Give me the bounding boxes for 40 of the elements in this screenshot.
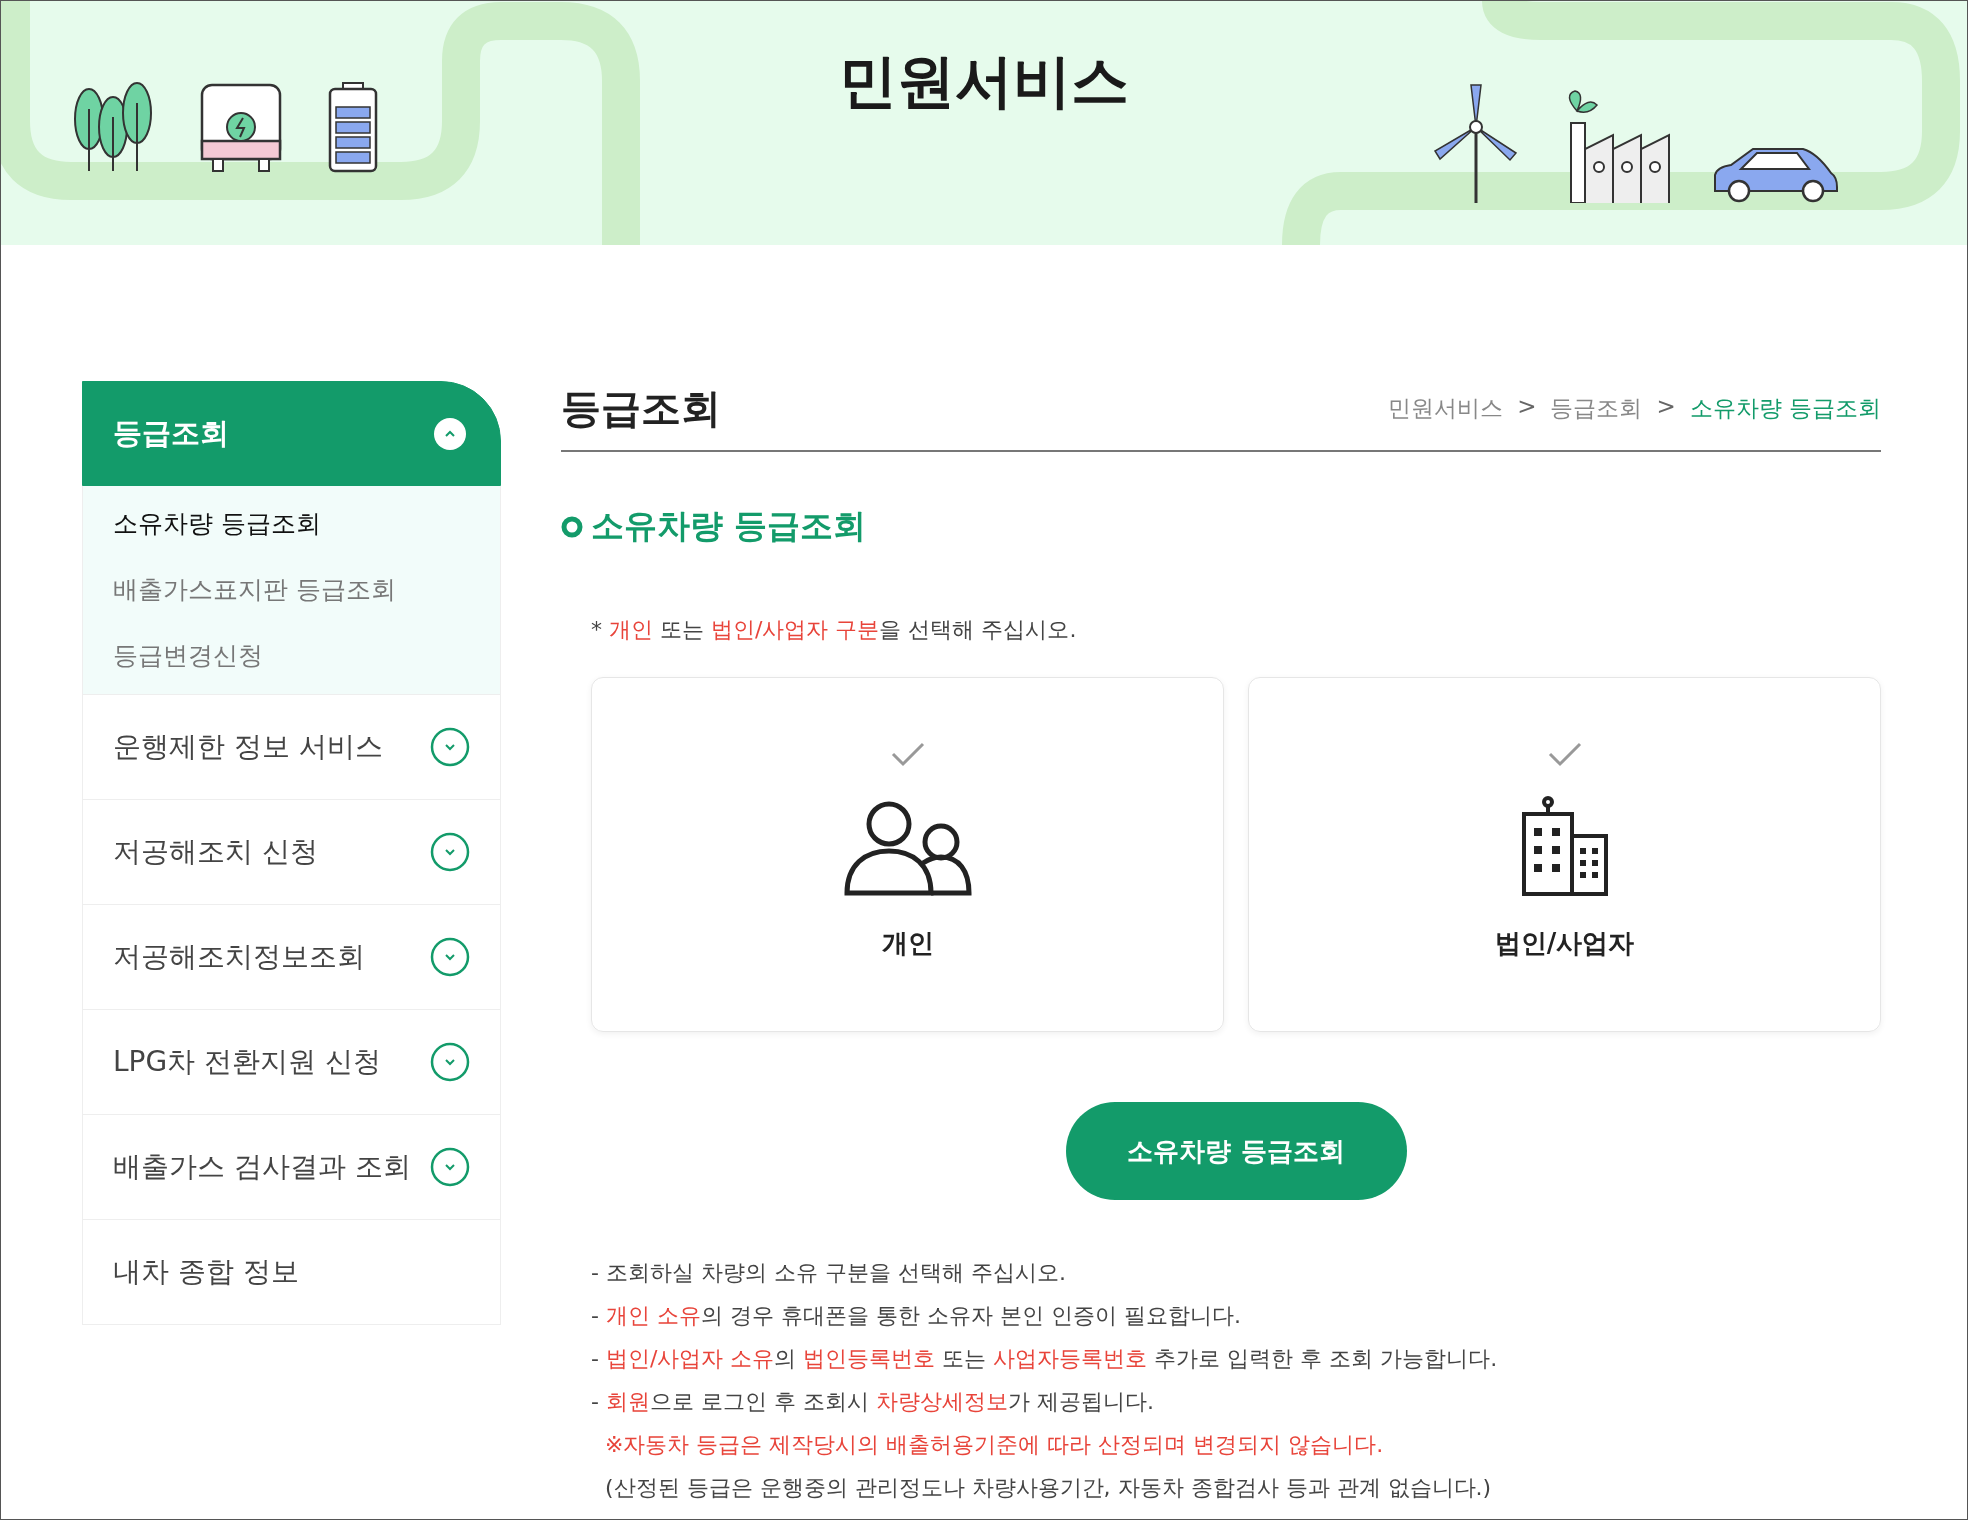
sidebar-menu-item[interactable]: 등급조회 (82, 381, 501, 486)
breadcrumb-separator: > (1656, 393, 1676, 421)
submenu-item[interactable]: 배출가스표지판 등급조회 (113, 576, 470, 604)
notice-text: - 회원으로 로그인 후 조회시 차량상세정보가 제공됩니다. (591, 1388, 1155, 1416)
expand-chevron-icon (430, 1147, 470, 1187)
ring-bullet-icon (561, 515, 583, 538)
electric-bus-icon (199, 81, 283, 173)
page-title: 등급조회 (561, 384, 721, 433)
checkmark-icon (1546, 740, 1583, 768)
submenu-item[interactable]: 등급변경신청 (113, 642, 470, 670)
notice-text: ※자동차 등급은 제작당시의 배출허용기준에 따라 산정되며 변경되지 않습니다. (604, 1431, 1385, 1459)
search-button[interactable]: 소유차량 등급조회 (1065, 1102, 1407, 1200)
sidebar-menu-item[interactable]: 내차 종합 정보 (82, 1220, 501, 1325)
notice-text: (산정된 등급은 운행중의 관리정도나 차량사용기간, 자동차 종합검사 등과 관계 없습니다.) (604, 1474, 1493, 1502)
sidebar-menu-item[interactable]: 운행제한 정보 서비스 (82, 695, 501, 800)
banner-title: 민원서비스 (839, 46, 1129, 117)
breadcrumb-separator: > (1517, 393, 1537, 421)
section-title: 소유차량 등급조회 (591, 505, 867, 547)
submenu-item[interactable]: 소유차량 등급조회 (113, 510, 470, 538)
expand-chevron-icon (430, 937, 470, 977)
two-people-icon (842, 800, 973, 896)
notice-text: - 개인 소유의 경우 휴대폰을 통한 소유자 본인 인증이 필요합니다. (591, 1302, 1242, 1330)
sidebar-menu-item[interactable]: 저공해조치 신청 (82, 800, 501, 905)
instruction-text: * 개인 또는 법인/사업자 구분을 선택해 주십시오. (591, 616, 1078, 644)
notice-text: - 법인/사업자 소유의 법인등록번호 또는 사업자등록번호 추가로 입력한 후 조회 가능합니다. (591, 1345, 1499, 1373)
sidebar-menu-item[interactable]: 저공해조치정보조회 (82, 905, 501, 1010)
sidebar-menu-item[interactable]: 배출가스 검사결과 조회 (82, 1115, 501, 1220)
expand-chevron-icon (430, 1042, 470, 1082)
breadcrumb-link[interactable]: 소유차량 등급조회 (1689, 393, 1881, 424)
owner-type-option-card[interactable]: 법인/사업자 (1248, 677, 1881, 1032)
expand-chevron-icon (430, 832, 470, 872)
battery-icon (327, 81, 379, 173)
office-building-icon (1519, 796, 1610, 896)
breadcrumb-link[interactable]: 민원서비스 (1388, 393, 1504, 424)
notice-text: - 조회하실 차량의 소유 구분을 선택해 주십시오. (591, 1259, 1067, 1287)
owner-type-option-card[interactable]: 개인 (591, 677, 1224, 1032)
expand-chevron-icon (430, 727, 470, 767)
breadcrumb-link[interactable]: 등급조회 (1550, 393, 1643, 424)
checkmark-icon (889, 740, 926, 768)
sidebar-menu-item[interactable]: LPG차 전환지원 신청 (82, 1010, 501, 1115)
